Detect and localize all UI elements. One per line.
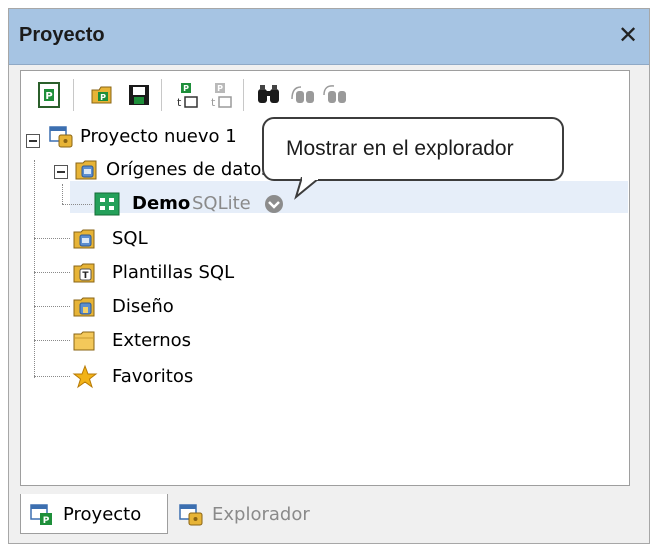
external-folder-icon (72, 328, 96, 352)
svg-text:P: P (183, 84, 189, 93)
tab-project[interactable]: P Proyecto (20, 494, 168, 534)
tree-item-sql[interactable]: SQL (72, 224, 272, 254)
tree-item-demo[interactable]: Demo SQLite (94, 189, 294, 219)
panel-tabs: P Proyecto Explorador (20, 494, 630, 536)
tree-item-external[interactable]: Externos (72, 326, 272, 356)
datasources-folder-icon (74, 157, 98, 181)
panel-titlebar: Proyecto ✕ (9, 9, 649, 65)
explorer-tab-icon (178, 502, 203, 526)
save-project-icon[interactable] (125, 81, 153, 109)
svg-text:P: P (43, 516, 50, 526)
show-in-explorer-icon[interactable] (264, 194, 284, 214)
tree-item-label: Demo (132, 193, 191, 214)
tooltip: Mostrar en el explorador (262, 117, 564, 181)
collapse-datasources-toggle[interactable] (54, 165, 68, 179)
project-properties-icon[interactable]: P (35, 81, 63, 109)
tree-item-favorites[interactable]: Favoritos (72, 362, 272, 392)
close-icon[interactable]: ✕ (615, 21, 641, 49)
tree-item-label: Plantillas SQL (112, 262, 235, 283)
project-toolbar: P P P t P t (21, 71, 629, 117)
datasource-type-label: SQLite (192, 193, 251, 214)
find-icon[interactable] (255, 81, 283, 109)
tree-item-label: Favoritos (112, 366, 194, 387)
tab-label: Proyecto (63, 504, 142, 525)
svg-text:T: T (82, 271, 89, 281)
project-icon (48, 124, 73, 148)
tree-item-label: Proyecto nuevo 1 (80, 126, 237, 147)
tree-item-label: SQL (112, 228, 148, 249)
sql-folder-icon (72, 226, 96, 250)
svg-text:t: t (177, 96, 182, 109)
tooltip-pointer (294, 177, 319, 200)
collapse-root-toggle[interactable] (26, 134, 40, 148)
add-to-project-disabled-icon[interactable]: P t (207, 81, 235, 109)
sql-templates-folder-icon: T (72, 260, 96, 284)
tree-item-design[interactable]: Diseño (72, 292, 272, 322)
find-next-icon[interactable] (289, 81, 317, 109)
add-to-project-icon[interactable]: P t (173, 81, 201, 109)
panel-title: Proyecto (19, 24, 105, 46)
project-tab-icon: P (29, 502, 53, 526)
svg-text:P: P (45, 91, 52, 102)
favorites-star-icon (72, 364, 98, 389)
open-project-icon[interactable]: P (89, 81, 117, 109)
tree-item-label: Diseño (112, 296, 174, 317)
tree-item-sql-templates[interactable]: T Plantillas SQL (72, 258, 292, 288)
tab-label: Explorador (212, 504, 310, 525)
tooltip-text: Mostrar en el explorador (286, 137, 514, 160)
tree-item-datasources[interactable]: Orígenes de datos (54, 155, 284, 185)
svg-text:P: P (100, 93, 106, 102)
design-folder-icon (72, 294, 96, 318)
find-previous-icon[interactable] (321, 81, 349, 109)
tree-item-label: Orígenes de datos (106, 159, 271, 180)
svg-text:t: t (211, 96, 216, 109)
database-connection-icon (94, 191, 120, 216)
tab-explorer[interactable]: Explorador (174, 494, 344, 534)
tree-item-label: Externos (112, 330, 192, 351)
svg-text:P: P (217, 84, 223, 93)
tree-item-project-root[interactable]: Proyecto nuevo 1 (26, 122, 286, 152)
